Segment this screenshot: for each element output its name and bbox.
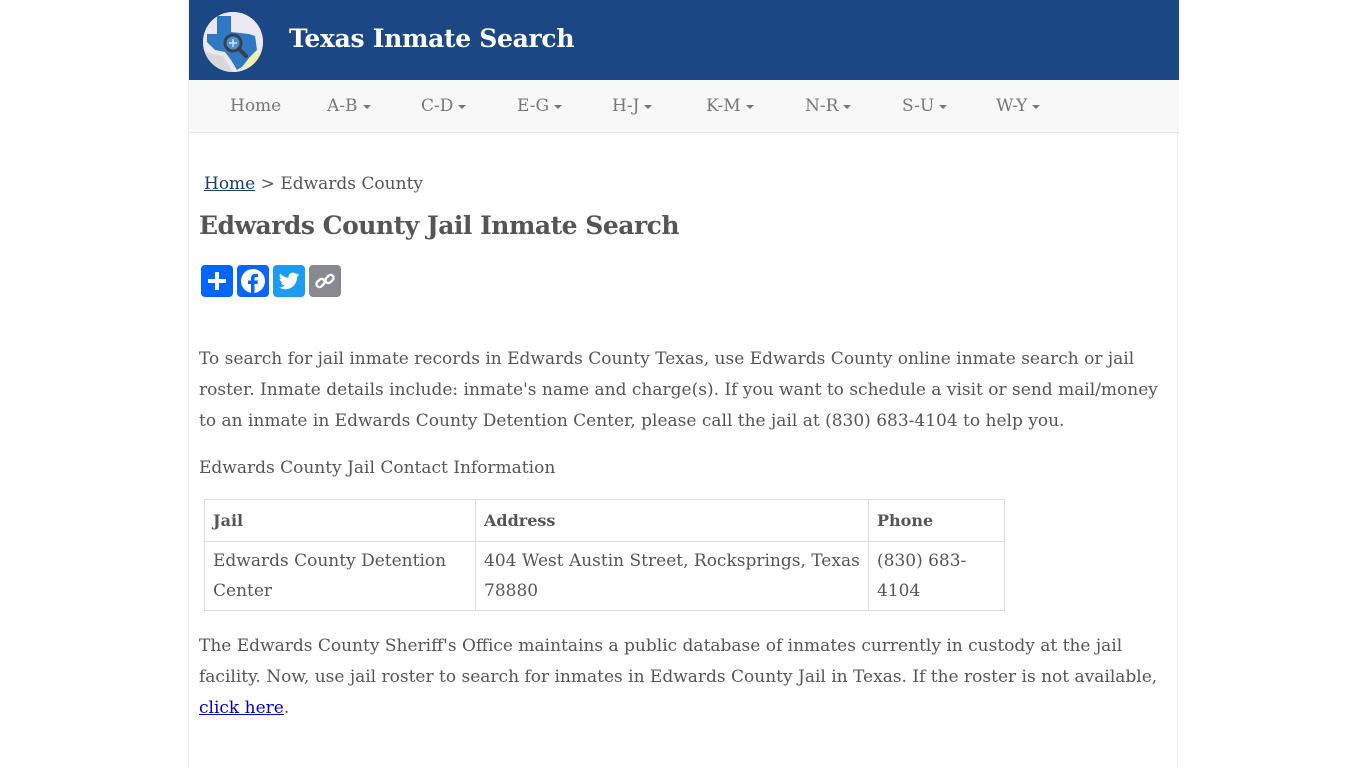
main-navigation: Home A-B C-D E-G H-J K-M N-R S-U W-Y (189, 80, 1179, 133)
table-header-jail: Jail (204, 499, 476, 542)
nav-label: S-U (902, 96, 935, 116)
page-title: Edwards County Jail Inmate Search (199, 211, 680, 240)
caret-down-icon (362, 104, 371, 109)
nav-label: N-R (805, 96, 839, 116)
nav-item-e-g[interactable]: E-G (517, 96, 563, 116)
facebook-icon (241, 269, 265, 293)
nav-label: C-D (421, 96, 454, 116)
table-cell-jail: Edwards County Detention Center (204, 541, 476, 611)
caret-down-icon (745, 104, 754, 109)
table-cell-phone: (830) 683-4104 (868, 541, 1005, 611)
caret-down-icon (843, 104, 852, 109)
nav-item-s-u[interactable]: S-U (902, 96, 948, 116)
site-header: Texas Inmate Search (189, 0, 1179, 80)
table-header-row: Jail Address Phone (204, 499, 1005, 542)
caret-down-icon (458, 104, 467, 109)
nav-item-c-d[interactable]: C-D (421, 96, 467, 116)
jail-contact-table: Jail Address Phone Edwards County Detent… (204, 499, 1005, 611)
nav-item-h-j[interactable]: H-J (612, 96, 653, 116)
breadcrumb-separator: > (255, 174, 281, 194)
caret-down-icon (554, 104, 563, 109)
table-row: Edwards County Detention Center 404 West… (204, 541, 1005, 611)
nav-label: Home (230, 96, 282, 116)
twitter-share-button[interactable] (273, 265, 305, 297)
table-header-address: Address (475, 499, 869, 542)
twitter-icon (278, 272, 299, 290)
texas-map-logo-icon[interactable] (203, 12, 263, 72)
contact-heading: Edwards County Jail Contact Information (199, 458, 556, 478)
copy-link-button[interactable] (309, 265, 341, 297)
breadcrumb: Home > Edwards County (204, 174, 423, 194)
nav-item-n-r[interactable]: N-R (805, 96, 852, 116)
closing-text: The Edwards County Sheriff's Office main… (199, 636, 1158, 687)
site-title[interactable]: Texas Inmate Search (289, 24, 575, 53)
nav-item-home[interactable]: Home (230, 96, 281, 116)
caret-down-icon (644, 104, 653, 109)
table-header-phone: Phone (868, 499, 1005, 542)
breadcrumb-home-link[interactable]: Home (204, 174, 255, 194)
click-here-link[interactable]: click here (199, 698, 284, 718)
closing-paragraph: The Edwards County Sheriff's Office main… (199, 631, 1174, 724)
table-cell-address: 404 West Austin Street, Rocksprings, Tex… (475, 541, 869, 611)
nav-item-a-b[interactable]: A-B (327, 96, 371, 116)
share-buttons (201, 265, 341, 297)
plus-icon (208, 272, 226, 290)
link-icon (315, 273, 335, 289)
breadcrumb-current: Edwards County (280, 174, 424, 194)
closing-end: . (283, 698, 290, 718)
facebook-share-button[interactable] (237, 265, 269, 297)
nav-label: K-M (706, 96, 741, 116)
intro-paragraph: To search for jail inmate records in Edw… (199, 349, 1158, 431)
page-container: Texas Inmate Search Home A-B C-D E-G H-J… (188, 0, 1179, 768)
nav-item-k-m[interactable]: K-M (706, 96, 754, 116)
caret-down-icon (1032, 104, 1041, 109)
caret-down-icon (939, 104, 948, 109)
nav-label: H-J (612, 96, 640, 116)
nav-label: E-G (517, 96, 550, 116)
nav-label: W-Y (996, 96, 1028, 116)
share-button[interactable] (201, 265, 233, 297)
nav-label: A-B (327, 96, 358, 116)
nav-item-w-y[interactable]: W-Y (996, 96, 1041, 116)
